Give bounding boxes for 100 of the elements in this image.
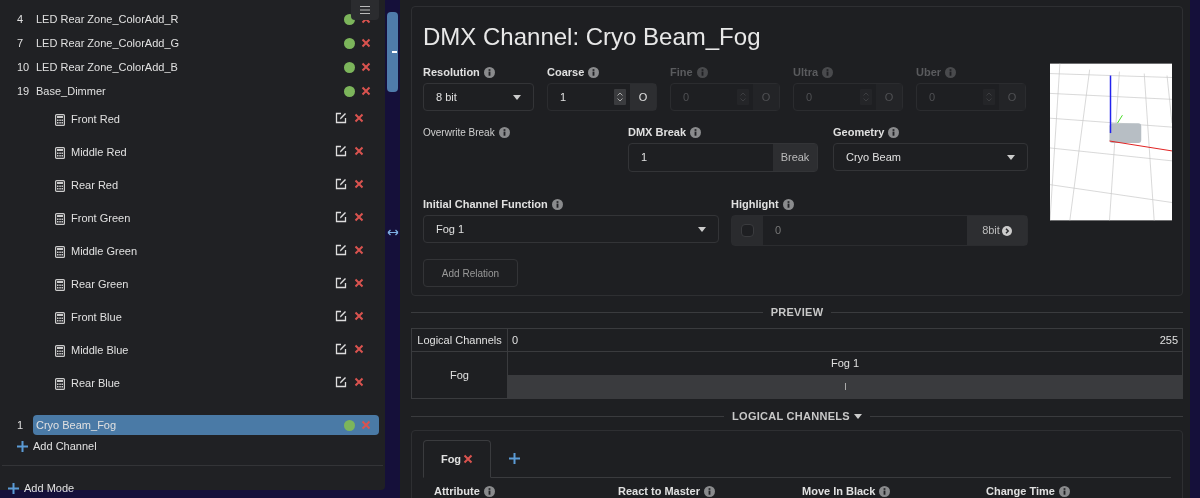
add-relation-button[interactable]: Add Relation — [423, 259, 518, 287]
edit-icon[interactable] — [335, 111, 347, 124]
channel-set-item[interactable]: Front Blue — [71, 309, 335, 326]
delete-icon[interactable] — [354, 343, 364, 354]
edit-icon[interactable] — [335, 276, 347, 289]
delete-icon[interactable] — [354, 244, 364, 255]
edit-icon[interactable] — [335, 177, 347, 190]
delete-icon[interactable] — [354, 376, 364, 387]
section-toggle[interactable]: LOGICAL CHANNELS — [732, 407, 862, 425]
channel-set-item[interactable]: Front Red — [71, 111, 335, 128]
edit-icon[interactable] — [335, 342, 347, 355]
edit-icon[interactable] — [335, 375, 347, 388]
field-label: Geometry — [833, 124, 885, 140]
menu-icon — [360, 6, 370, 14]
resize-handle-icon[interactable] — [386, 229, 399, 236]
field-label: Coarse — [547, 64, 585, 80]
field-label: Uber — [916, 64, 942, 80]
delete-icon[interactable] — [361, 38, 371, 48]
delete-icon[interactable] — [361, 62, 371, 72]
plus-icon — [17, 440, 28, 452]
plus-icon — [8, 482, 19, 494]
field-label: Change Time — [986, 483, 1055, 498]
dropdown[interactable]: Fog 1 — [423, 215, 719, 243]
calculator-icon — [55, 245, 65, 258]
edit-icon[interactable] — [335, 210, 347, 223]
range-min: 0 — [512, 332, 519, 348]
caret-icon — [698, 226, 706, 232]
status-dot-icon — [344, 85, 355, 97]
add-mode-button[interactable]: Add Mode — [8, 480, 385, 496]
field-label: DMX Break — [628, 124, 687, 140]
status-dot-icon — [344, 61, 355, 73]
info-icon — [945, 66, 957, 78]
info-icon — [551, 198, 563, 210]
field-label: React to Master — [618, 483, 700, 498]
status-dot-icon — [344, 37, 355, 49]
calculator-icon — [55, 179, 65, 192]
dropdown[interactable]: 8 bit — [423, 83, 534, 111]
info-icon — [498, 126, 510, 138]
add-channel-button[interactable]: Add Channel — [17, 437, 385, 455]
delete-icon[interactable] — [354, 310, 364, 321]
channel-set-item[interactable]: Front Green — [71, 210, 335, 227]
edit-icon[interactable] — [335, 243, 347, 256]
field-label: Ultra — [793, 64, 819, 80]
info-icon — [588, 66, 600, 78]
channel-set-item[interactable]: Rear Red — [71, 177, 335, 194]
delete-icon[interactable] — [354, 178, 364, 189]
delete-icon[interactable] — [361, 86, 371, 96]
caret-icon — [1007, 154, 1015, 160]
info-icon — [888, 126, 900, 138]
delete-icon[interactable] — [463, 454, 474, 464]
caret-icon — [513, 94, 521, 100]
info-icon — [822, 66, 834, 78]
channel-set-item[interactable]: Middle Red — [71, 144, 335, 161]
calculator-icon — [55, 311, 65, 324]
calculator-icon — [55, 212, 65, 225]
scrollbar-thumb[interactable] — [387, 12, 398, 92]
field-label: Overwrite Break — [423, 125, 495, 140]
info-icon — [696, 66, 708, 78]
calculator-icon — [55, 278, 65, 291]
field-label: Attribute — [434, 483, 480, 498]
info-icon — [690, 126, 702, 138]
delete-icon[interactable] — [354, 112, 364, 123]
channel-tab[interactable]: Fog — [423, 440, 491, 478]
edit-icon[interactable] — [335, 144, 347, 157]
function-label: Fog 1 — [829, 356, 861, 372]
caret-icon — [853, 413, 862, 419]
calculator-icon — [55, 377, 65, 390]
calculator-icon — [55, 146, 65, 159]
channel-set-item[interactable]: Rear Blue — [71, 375, 335, 392]
channel-item[interactable]: Base_Dimmer — [33, 81, 379, 101]
field-label: Resolution — [423, 64, 480, 80]
status-dot-icon — [344, 419, 355, 431]
channel-item[interactable]: Cryo Beam_Fog — [33, 415, 379, 435]
delete-icon[interactable] — [354, 145, 364, 156]
channel-title: DMX Channel: Cryo Beam_Fog — [423, 22, 762, 52]
delete-icon[interactable] — [354, 277, 364, 288]
edit-icon[interactable] — [335, 309, 347, 322]
field-label: Fine — [670, 64, 693, 80]
calculator-icon — [55, 344, 65, 357]
delete-icon[interactable] — [354, 211, 364, 222]
section-heading: PREVIEW — [770, 304, 824, 320]
dropdown[interactable]: Cryo Beam — [833, 143, 1028, 171]
channel-set-item[interactable]: Middle Blue — [71, 342, 335, 359]
channel-number: 1 — [17, 417, 25, 433]
channel-set-item[interactable]: Rear Green — [71, 276, 335, 293]
channel-number: 4 — [17, 11, 25, 27]
channel-number: 10 — [17, 59, 31, 75]
menu-button[interactable] — [351, 0, 379, 20]
channel-number: 7 — [17, 35, 25, 51]
plus-icon — [508, 452, 520, 464]
field-label: Highlight — [731, 196, 779, 212]
range-max: 255 — [1159, 332, 1178, 348]
field-label: Move In Black — [802, 483, 876, 498]
channel-item[interactable]: LED Rear Zone_ColorAdd_G — [33, 33, 379, 53]
channel-number: 19 — [17, 83, 31, 99]
channel-item[interactable]: LED Rear Zone_ColorAdd_B — [33, 57, 379, 77]
table-header-cell: Logical Channels — [412, 329, 508, 351]
field-label: Initial Channel Function — [423, 196, 548, 212]
channel-set-item[interactable]: Middle Green — [71, 243, 335, 260]
info-icon — [483, 66, 495, 78]
